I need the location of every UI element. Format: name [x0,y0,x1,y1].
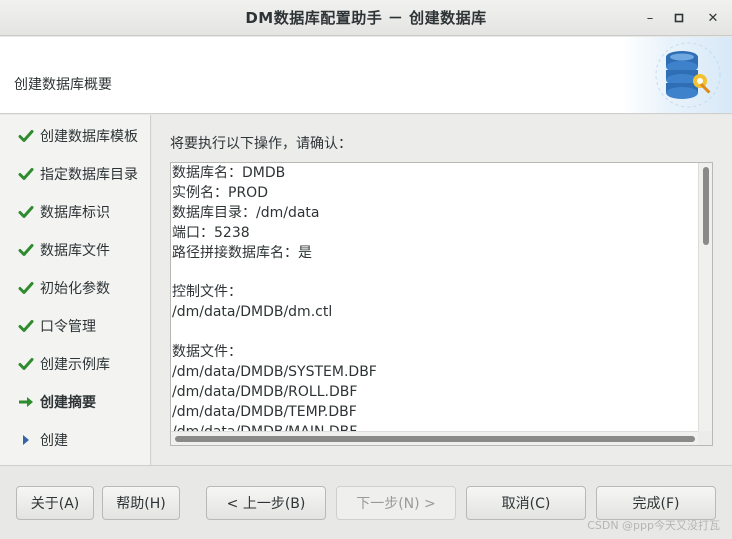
scroll-corner [698,431,712,445]
check-icon [18,242,40,258]
close-button[interactable]: ✕ [703,8,723,28]
summary-line: /dm/data/DMDB/ROLL.DBF [172,383,358,400]
summary-line [172,323,698,343]
step-label: 创建数据库模板 [40,129,138,145]
step-label: 数据库标识 [40,205,110,221]
arrow-right-icon [18,394,40,410]
step-sample-db: 创建示例库 [18,353,110,375]
step-password: 口令管理 [18,315,96,337]
step-summary: 创建摘要 [18,391,96,413]
step-label: 口令管理 [40,319,96,335]
horizontal-scrollbar[interactable] [171,431,700,445]
database-settings-icon [622,37,732,113]
maximize-icon [674,13,684,23]
summary-line: 路径拼接数据库名：是 [172,244,312,261]
step-init-params: 初始化参数 [18,277,110,299]
summary-line: 数据库目录：/dm/data [172,204,320,221]
summary-line: 控制文件： [172,284,242,301]
check-icon [18,166,40,182]
summary-line: 端口：5238 [172,224,250,241]
summary-line: /dm/data/DMDB/SYSTEM.DBF [172,363,377,380]
window-title: DM数据库配置助手 － 创建数据库 [245,9,487,27]
check-icon [18,204,40,220]
confirm-prompt: 将要执行以下操作，请确认： [170,136,352,152]
minimize-button[interactable]: – [640,8,660,28]
vertical-scroll-thumb[interactable] [703,167,709,245]
main-panel: 将要执行以下操作，请确认： 数据库名：DMDB 实例名：PROD 数据库目录：/… [152,115,732,465]
check-icon [18,318,40,334]
horizontal-scroll-thumb[interactable] [175,436,695,442]
button-bar: 关于(A) 帮助(H) < 上一步(B) 下一步(N) > 取消(C) 完成(F… [0,465,732,539]
page-title: 创建数据库概要 [14,77,112,93]
summary-line: 数据文件： [172,344,242,361]
vertical-scrollbar[interactable] [698,163,712,432]
triangle-right-icon [18,432,40,448]
header-panel: 创建数据库概要 [0,37,732,114]
step-db-identity: 数据库标识 [18,201,110,223]
step-label: 指定数据库目录 [40,167,138,183]
summary-text: 数据库名：DMDB 实例名：PROD 数据库目录：/dm/data 端口：523… [172,164,698,442]
cancel-button[interactable]: 取消(C) [466,486,586,520]
step-label: 创建 [40,433,68,449]
next-button[interactable]: 下一步(N) > [336,486,456,520]
check-icon [18,128,40,144]
step-label: 初始化参数 [40,281,110,297]
summary-line: /dm/data/DMDB/TEMP.DBF [172,403,357,420]
finish-button[interactable]: 完成(F) [596,486,716,520]
step-db-directory: 指定数据库目录 [18,163,138,185]
step-db-files: 数据库文件 [18,239,110,261]
step-label: 数据库文件 [40,243,110,259]
step-label: 创建摘要 [40,395,96,411]
summary-line [172,263,698,283]
watermark: CSDN @ppp今天又没打瓦 [587,519,720,532]
wizard-steps-sidebar: 创建数据库模板 指定数据库目录 数据库标识 数据库文件 初始化参数 口令管理 创… [0,115,151,465]
check-icon [18,280,40,296]
help-button[interactable]: 帮助(H) [102,486,180,520]
check-icon [18,356,40,372]
prev-button[interactable]: < 上一步(B) [206,486,326,520]
maximize-button[interactable] [669,8,689,28]
summary-line: /dm/data/DMDB/dm.ctl [172,304,333,321]
step-create-template: 创建数据库模板 [18,125,138,147]
about-button[interactable]: 关于(A) [16,486,94,520]
step-label: 创建示例库 [40,357,110,373]
summary-textarea[interactable]: 数据库名：DMDB 实例名：PROD 数据库目录：/dm/data 端口：523… [170,162,713,446]
summary-line: 数据库名：DMDB [172,165,286,181]
step-create: 创建 [18,429,68,451]
summary-line: 实例名：PROD [172,184,268,201]
title-bar: DM数据库配置助手 － 创建数据库 – ✕ [0,0,732,36]
